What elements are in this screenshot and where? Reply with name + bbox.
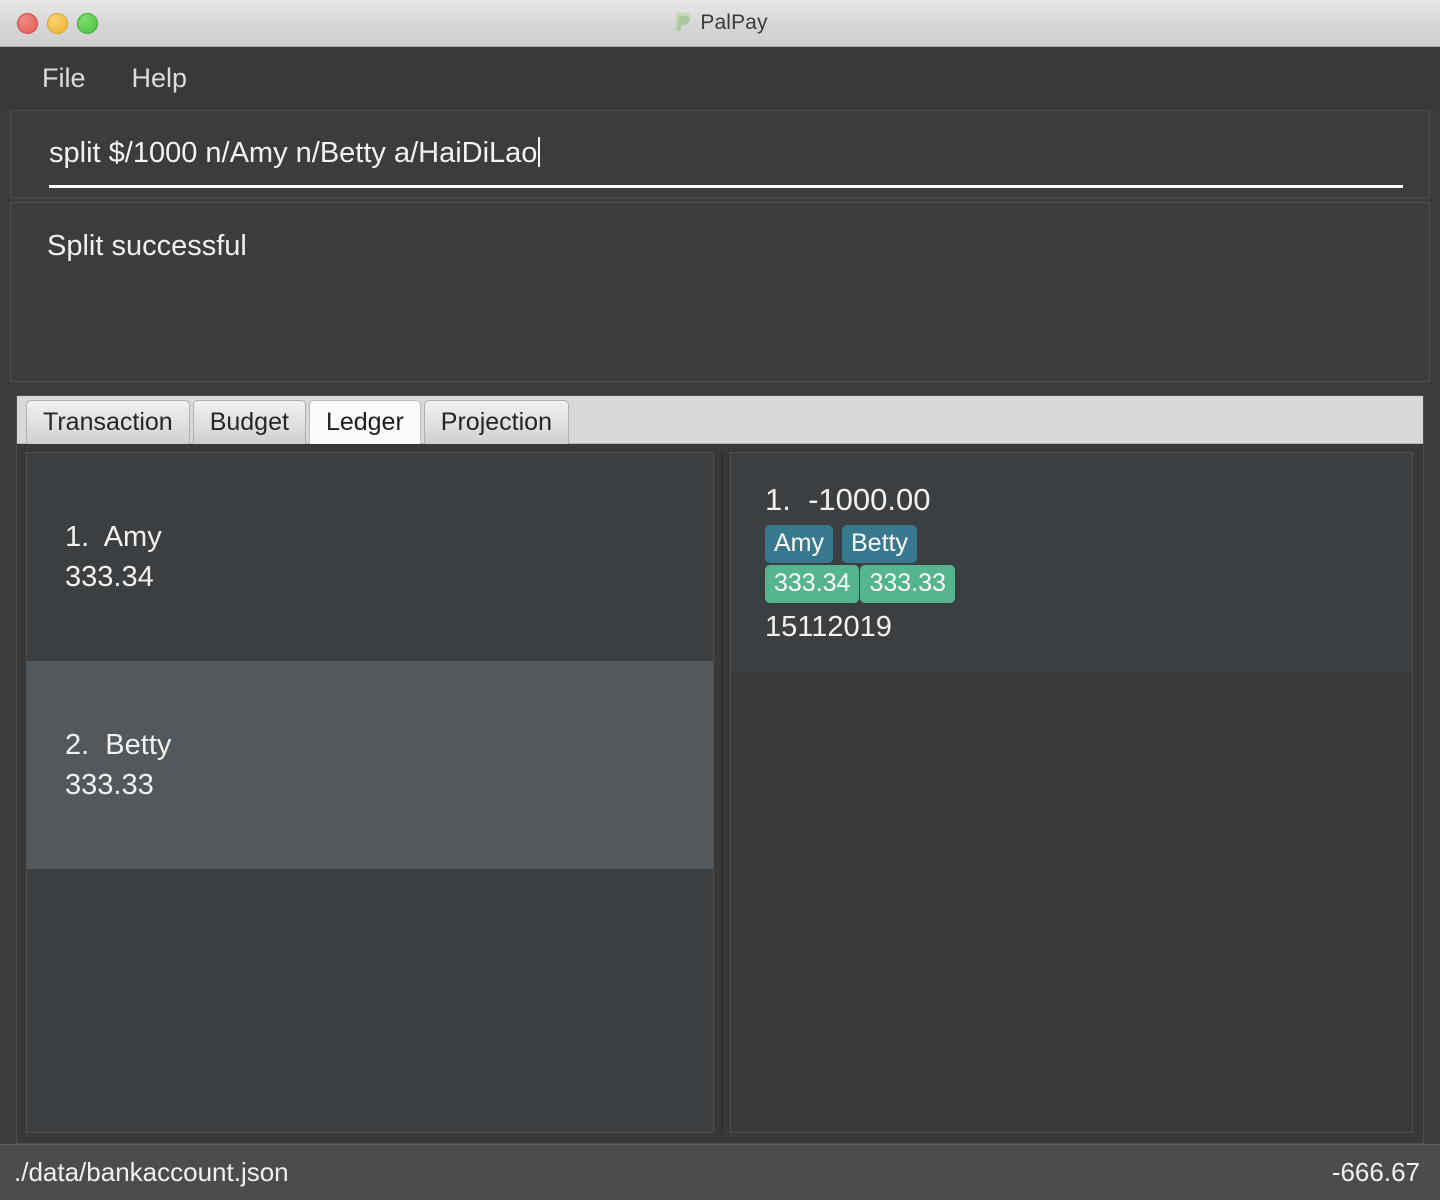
close-window-button[interactable] bbox=[17, 12, 38, 34]
tab-label: Transaction bbox=[43, 408, 173, 436]
tab-pane: Transaction Budget Ledger Projection 1. … bbox=[16, 395, 1424, 1144]
traffic-light-group bbox=[0, 12, 98, 34]
status-balance: -666.67 bbox=[1331, 1157, 1420, 1187]
status-bar: ./data/bankaccount.json -666.67 bbox=[0, 1144, 1440, 1200]
title-bar: PalPay bbox=[0, 0, 1440, 47]
menu-item-help[interactable]: Help bbox=[126, 61, 194, 96]
tab-label: Budget bbox=[209, 408, 289, 436]
ledger-entry-date: 15112019 bbox=[765, 611, 892, 643]
tab-ledger[interactable]: Ledger bbox=[308, 400, 421, 444]
command-input-underline bbox=[49, 185, 1403, 188]
result-display-box: Split successful bbox=[10, 202, 1430, 382]
ledger-person-list[interactable]: 1. Amy 333.34 2. Betty 333.33 bbox=[26, 452, 714, 1133]
list-item-amount: 333.33 bbox=[65, 769, 154, 801]
tab-label: Projection bbox=[440, 408, 552, 436]
list-item[interactable]: 1. Amy 333.34 bbox=[27, 453, 713, 661]
paypal-p-logo-icon bbox=[674, 12, 691, 32]
list-item-title: 1. Amy bbox=[65, 521, 162, 553]
ledger-entry-share-tags: 333.34 333.33 bbox=[765, 565, 1412, 603]
title-center-group: PalPay bbox=[0, 11, 1440, 35]
tab-label: Ledger bbox=[325, 408, 404, 436]
tab-transaction[interactable]: Transaction bbox=[26, 400, 190, 444]
list-item[interactable]: 2. Betty 333.33 bbox=[27, 661, 713, 869]
person-tag: Amy bbox=[765, 525, 833, 563]
panel-divider[interactable] bbox=[714, 452, 730, 1133]
status-file-path: ./data/bankaccount.json bbox=[14, 1157, 289, 1187]
tab-content-ledger: 1. Amy 333.34 2. Betty 333.33 1. -1000.0… bbox=[17, 444, 1423, 1143]
command-input[interactable]: split $/1000 n/Amy n/Betty a/HaiDiLao bbox=[49, 135, 1403, 191]
tab-strip: Transaction Budget Ledger Projection bbox=[17, 396, 1423, 444]
minimize-window-button[interactable] bbox=[47, 12, 68, 34]
command-box[interactable]: split $/1000 n/Amy n/Betty a/HaiDiLao bbox=[10, 110, 1430, 198]
share-tag: 333.33 bbox=[860, 565, 955, 603]
ledger-entry-card[interactable]: 1. -1000.00 Amy Betty 333.34 333.33 1511… bbox=[731, 453, 1412, 673]
text-caret bbox=[538, 137, 541, 167]
menu-bar: File Help bbox=[0, 47, 1440, 110]
app-window: PalPay File Help split $/1000 n/Amy n/Be… bbox=[0, 0, 1440, 1200]
command-input-value: split $/1000 n/Amy n/Betty a/HaiDiLao bbox=[49, 137, 538, 169]
list-item-amount: 333.34 bbox=[65, 561, 154, 593]
window-title: PalPay bbox=[700, 11, 768, 34]
share-tag: 333.34 bbox=[765, 565, 860, 603]
panel-divider-line bbox=[721, 452, 723, 1133]
person-tag: Betty bbox=[842, 525, 917, 563]
result-message: Split successful bbox=[47, 230, 247, 262]
ledger-entry-people-tags: Amy Betty bbox=[765, 525, 1412, 563]
tab-projection[interactable]: Projection bbox=[423, 400, 569, 444]
ledger-detail-list[interactable]: 1. -1000.00 Amy Betty 333.34 333.33 1511… bbox=[730, 452, 1413, 1133]
menu-item-file[interactable]: File bbox=[36, 61, 92, 96]
tab-budget[interactable]: Budget bbox=[192, 400, 306, 444]
ledger-entry-title: 1. -1000.00 bbox=[765, 482, 931, 517]
list-item-title: 2. Betty bbox=[65, 729, 172, 761]
maximize-window-button[interactable] bbox=[77, 12, 98, 34]
